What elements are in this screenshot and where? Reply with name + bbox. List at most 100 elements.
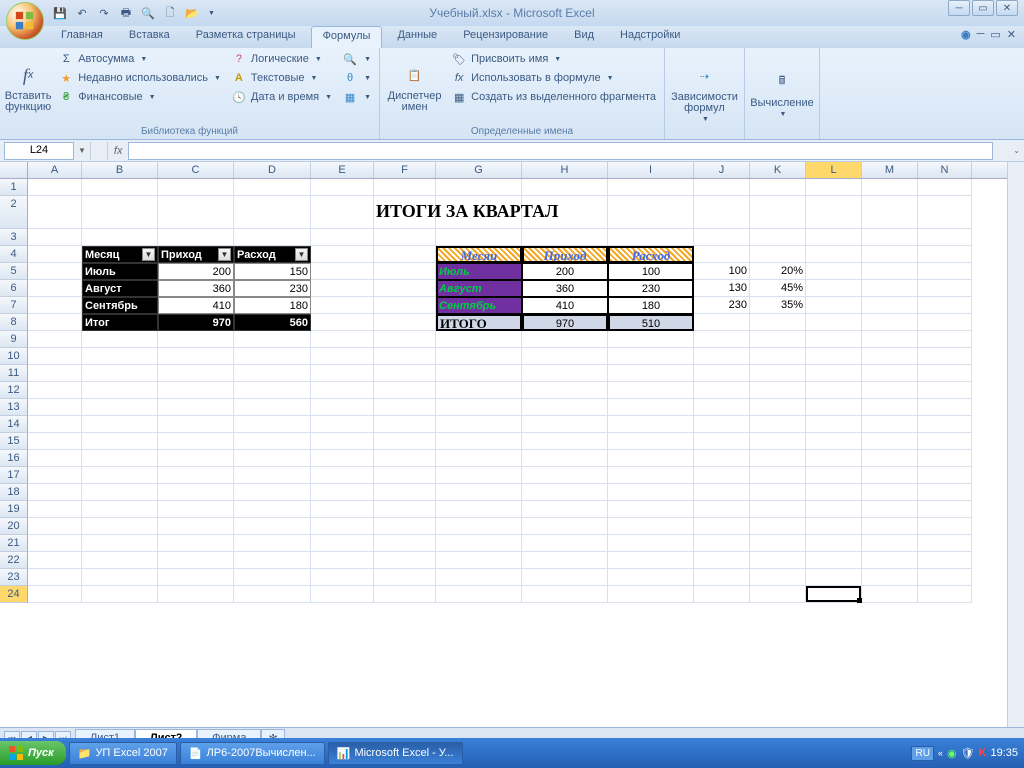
- cell-B19[interactable]: [82, 501, 158, 518]
- cell-E1[interactable]: [311, 179, 374, 196]
- use-in-formula-button[interactable]: fxИспользовать в формуле▼: [449, 69, 658, 87]
- cell-E13[interactable]: [311, 399, 374, 416]
- start-button[interactable]: Пуск: [0, 741, 66, 765]
- cell-A11[interactable]: [28, 365, 82, 382]
- cell-N9[interactable]: [918, 331, 972, 348]
- cell-A3[interactable]: [28, 229, 82, 246]
- cell-F2[interactable]: ИТОГИ ЗА КВАРТАЛ: [374, 196, 674, 229]
- cell-E14[interactable]: [311, 416, 374, 433]
- cell-N3[interactable]: [918, 229, 972, 246]
- cell-A18[interactable]: [28, 484, 82, 501]
- cell-I15[interactable]: [608, 433, 694, 450]
- cell-F18[interactable]: [374, 484, 436, 501]
- cell-G3[interactable]: [436, 229, 522, 246]
- cell-C16[interactable]: [158, 450, 234, 467]
- cell-F14[interactable]: [374, 416, 436, 433]
- cell-N16[interactable]: [918, 450, 972, 467]
- cell-I3[interactable]: [608, 229, 694, 246]
- cell-F6[interactable]: [374, 280, 436, 297]
- cell-E11[interactable]: [311, 365, 374, 382]
- cell-L16[interactable]: [806, 450, 862, 467]
- cell-H9[interactable]: [522, 331, 608, 348]
- cell-J9[interactable]: [694, 331, 750, 348]
- ribbon-tab-0[interactable]: Главная: [50, 26, 114, 48]
- cell-N12[interactable]: [918, 382, 972, 399]
- cell-G17[interactable]: [436, 467, 522, 484]
- cell-H11[interactable]: [522, 365, 608, 382]
- cell-E21[interactable]: [311, 535, 374, 552]
- row-header-19[interactable]: 19: [0, 501, 28, 518]
- cell-F12[interactable]: [374, 382, 436, 399]
- cell-M8[interactable]: [862, 314, 918, 331]
- cell-N2[interactable]: [918, 196, 972, 229]
- cell-I5[interactable]: 100: [608, 263, 694, 280]
- cell-K23[interactable]: [750, 569, 806, 586]
- cell-I8[interactable]: 510: [608, 314, 694, 331]
- cell-K1[interactable]: [750, 179, 806, 196]
- cell-J16[interactable]: [694, 450, 750, 467]
- cell-A16[interactable]: [28, 450, 82, 467]
- ribbon-tab-2[interactable]: Разметка страницы: [185, 26, 307, 48]
- cell-K8[interactable]: [750, 314, 806, 331]
- cell-A22[interactable]: [28, 552, 82, 569]
- cell-A12[interactable]: [28, 382, 82, 399]
- open-icon[interactable]: 📂: [184, 5, 200, 21]
- cell-I22[interactable]: [608, 552, 694, 569]
- cell-J23[interactable]: [694, 569, 750, 586]
- cell-G13[interactable]: [436, 399, 522, 416]
- lookup-button[interactable]: 🔍▼: [340, 50, 373, 68]
- taskbar-item-1[interactable]: 📄ЛР6-2007Вычислен...: [180, 742, 325, 765]
- cell-I6[interactable]: 230: [608, 280, 694, 297]
- cell-H18[interactable]: [522, 484, 608, 501]
- cell-H23[interactable]: [522, 569, 608, 586]
- cell-C2[interactable]: [158, 196, 234, 229]
- cell-M17[interactable]: [862, 467, 918, 484]
- help-icon[interactable]: ◉: [961, 28, 971, 41]
- cell-N24[interactable]: [918, 586, 972, 603]
- cell-A13[interactable]: [28, 399, 82, 416]
- cell-B22[interactable]: [82, 552, 158, 569]
- cell-A17[interactable]: [28, 467, 82, 484]
- taskbar-item-0[interactable]: 📁УП Excel 2007: [69, 742, 177, 765]
- row-header-6[interactable]: 6: [0, 280, 28, 297]
- cell-I13[interactable]: [608, 399, 694, 416]
- cell-I17[interactable]: [608, 467, 694, 484]
- expand-formula-icon[interactable]: ⌄: [1013, 146, 1020, 155]
- cell-H13[interactable]: [522, 399, 608, 416]
- cell-A2[interactable]: [28, 196, 82, 229]
- cell-L2[interactable]: [806, 196, 862, 229]
- cell-E24[interactable]: [311, 586, 374, 603]
- cell-A19[interactable]: [28, 501, 82, 518]
- cell-M16[interactable]: [862, 450, 918, 467]
- cell-L23[interactable]: [806, 569, 862, 586]
- cell-G9[interactable]: [436, 331, 522, 348]
- cell-E6[interactable]: [311, 280, 374, 297]
- insert-function-button[interactable]: fx Вставить функцию: [6, 50, 50, 124]
- office-button[interactable]: [6, 2, 44, 40]
- tray-icon-1[interactable]: ◉: [947, 747, 957, 760]
- col-header-E[interactable]: E: [311, 162, 374, 178]
- cell-B3[interactable]: [82, 229, 158, 246]
- cell-L10[interactable]: [806, 348, 862, 365]
- cell-B13[interactable]: [82, 399, 158, 416]
- cell-I20[interactable]: [608, 518, 694, 535]
- cell-A10[interactable]: [28, 348, 82, 365]
- cell-E10[interactable]: [311, 348, 374, 365]
- ribbon-tab-4[interactable]: Данные: [386, 26, 448, 48]
- cell-K18[interactable]: [750, 484, 806, 501]
- datetime-button[interactable]: 🕓Дата и время▼: [229, 88, 334, 106]
- doc-close-icon[interactable]: ✕: [1007, 28, 1016, 41]
- taskbar-item-2[interactable]: 📊Microsoft Excel - У...: [328, 742, 463, 765]
- cell-L22[interactable]: [806, 552, 862, 569]
- cell-B8[interactable]: Итог: [82, 314, 158, 331]
- cell-G20[interactable]: [436, 518, 522, 535]
- cell-C10[interactable]: [158, 348, 234, 365]
- filter-icon[interactable]: ▼: [142, 248, 155, 261]
- row-header-5[interactable]: 5: [0, 263, 28, 280]
- cell-L3[interactable]: [806, 229, 862, 246]
- cell-M10[interactable]: [862, 348, 918, 365]
- cell-D20[interactable]: [234, 518, 311, 535]
- row-header-13[interactable]: 13: [0, 399, 28, 416]
- ribbon-tab-5[interactable]: Рецензирование: [452, 26, 559, 48]
- logical-button[interactable]: ?Логические▼: [229, 50, 334, 68]
